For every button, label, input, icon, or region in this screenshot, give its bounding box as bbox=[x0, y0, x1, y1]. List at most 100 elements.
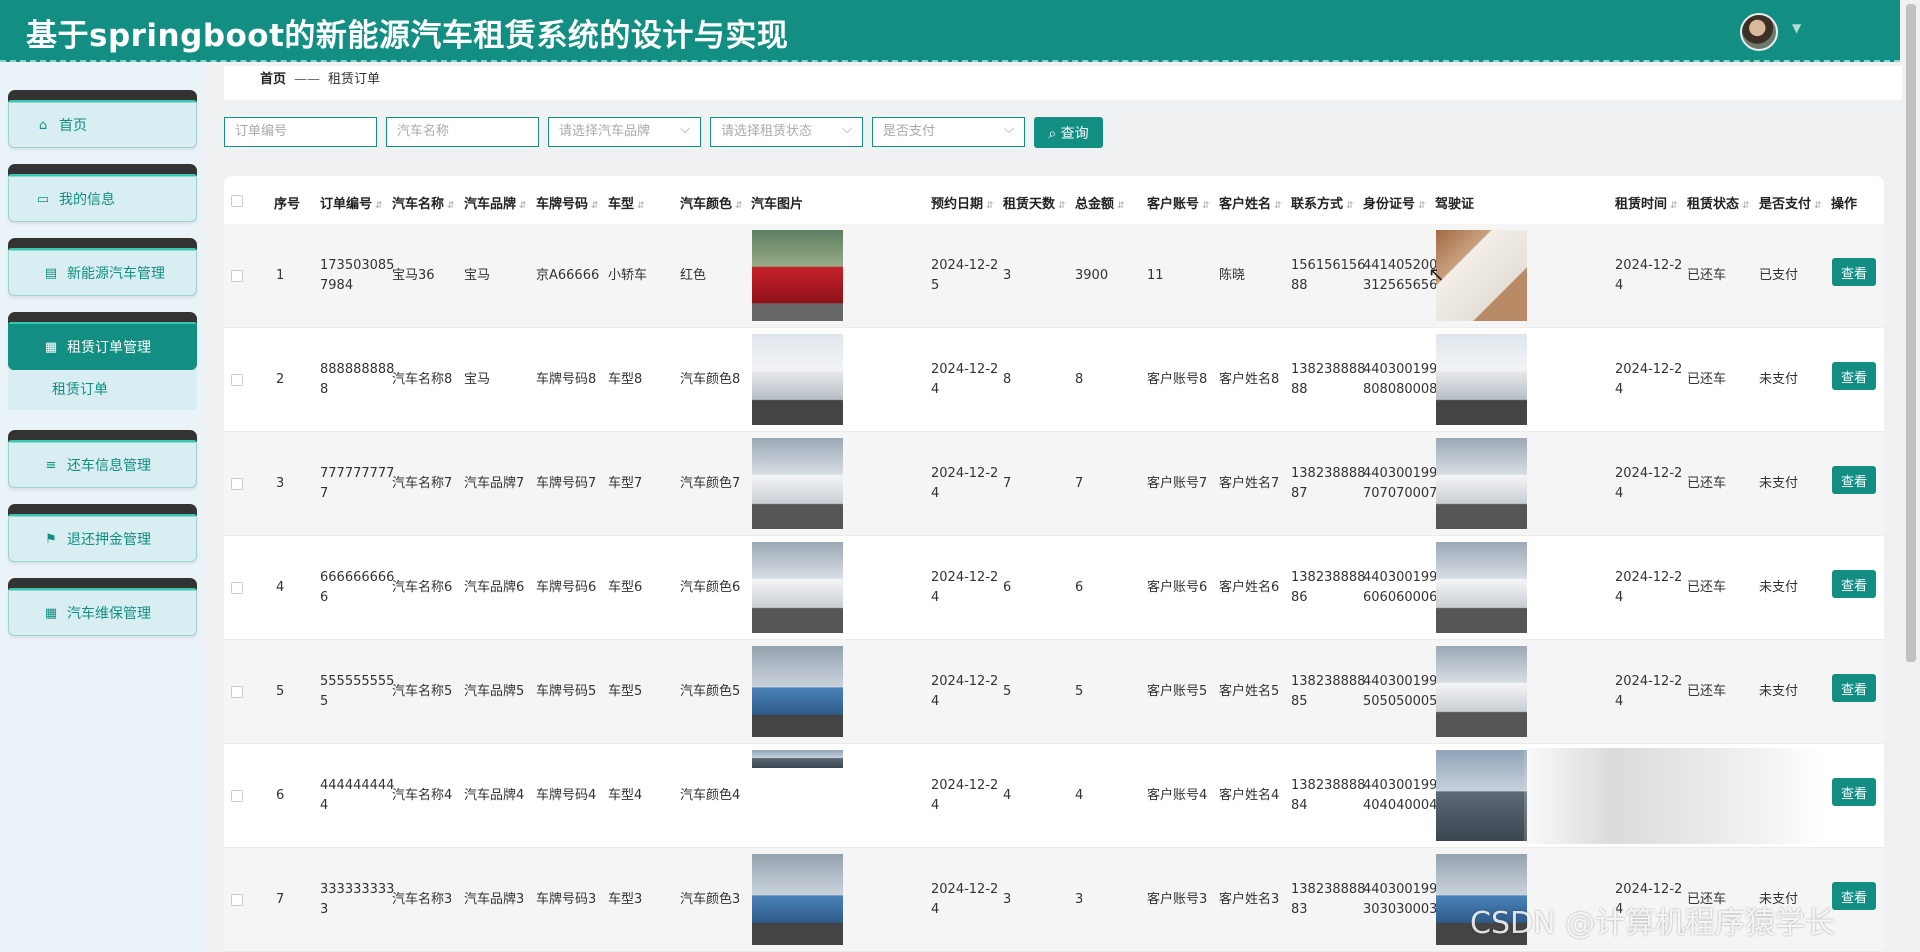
submenu-item-rental-orders[interactable]: 租赁订单 bbox=[8, 370, 197, 410]
license-image[interactable] bbox=[1436, 334, 1527, 425]
sidebar-item-maintenance[interactable]: ▦ 汽车维保管理 bbox=[8, 578, 197, 638]
view-button[interactable]: 查看 bbox=[1832, 570, 1876, 598]
row-checkbox[interactable] bbox=[231, 894, 243, 906]
car-image[interactable] bbox=[752, 750, 843, 768]
user-avatar[interactable] bbox=[1740, 13, 1778, 51]
sidebar-item-label: 退还押金管理 bbox=[67, 532, 151, 548]
view-button[interactable]: 查看 bbox=[1832, 466, 1876, 494]
status-select[interactable]: 请选择租赁状态 bbox=[710, 116, 863, 147]
car-image[interactable] bbox=[752, 646, 843, 737]
row-checkbox[interactable] bbox=[231, 686, 243, 698]
scrollbar-thumb[interactable] bbox=[1906, 4, 1916, 662]
column-header[interactable]: 汽车名称 ⇵ bbox=[392, 193, 455, 212]
column-header[interactable]: 客户姓名 ⇵ bbox=[1219, 193, 1282, 212]
car-image[interactable] bbox=[752, 334, 843, 425]
car-image[interactable] bbox=[752, 542, 843, 633]
column-header[interactable]: 订单编号 ⇵ bbox=[320, 193, 383, 212]
table-row[interactable]: 4 666666666 6 汽车名称6 汽车品牌6 车牌号码6 车型6 汽车颜色… bbox=[224, 536, 1884, 640]
cell-brand: 宝马 bbox=[464, 372, 491, 387]
view-button[interactable]: 查看 bbox=[1832, 674, 1876, 702]
sidebar-item-car-management-body[interactable]: ▤ 新能源汽车管理 bbox=[8, 250, 197, 296]
cell-status: 已还车 bbox=[1687, 580, 1727, 595]
cell-phone: 138238888 86 bbox=[1291, 570, 1366, 605]
grid-icon: ▦ bbox=[44, 605, 58, 621]
column-header[interactable]: 预约日期 ⇵ bbox=[931, 193, 994, 212]
row-checkbox[interactable] bbox=[231, 374, 243, 386]
sidebar-item-home-body[interactable]: ⌂ 首页 bbox=[8, 102, 197, 148]
sidebar-item-home[interactable]: ⌂ 首页 bbox=[8, 90, 197, 150]
order-no-input[interactable]: 订单编号 bbox=[224, 117, 377, 147]
row-checkbox[interactable] bbox=[231, 270, 243, 282]
license-image[interactable] bbox=[1436, 646, 1527, 737]
column-header[interactable]: 汽车品牌 ⇵ bbox=[464, 193, 527, 212]
car-image[interactable] bbox=[752, 438, 843, 529]
cell-brand: 汽车品牌7 bbox=[464, 476, 525, 491]
table-row[interactable]: 1 173503085 7984 宝马36 宝马 京A66666 小轿车 红色 … bbox=[224, 224, 1884, 328]
row-checkbox[interactable] bbox=[231, 790, 243, 802]
cell-customer: 客户姓名7 bbox=[1219, 476, 1280, 491]
cell-model: 车型3 bbox=[608, 892, 643, 907]
cell-date: 2024-12-2 4 bbox=[931, 466, 999, 501]
column-header[interactable]: 是否支付 ⇵ bbox=[1759, 193, 1822, 212]
sidebar-item-my-info[interactable]: ▭ 我的信息 bbox=[8, 164, 197, 224]
flag-icon: ⚑ bbox=[45, 531, 57, 547]
breadcrumb-home[interactable]: 首页 bbox=[260, 72, 286, 87]
view-button[interactable]: 查看 bbox=[1832, 882, 1876, 910]
car-image[interactable] bbox=[752, 854, 843, 945]
column-header[interactable]: 车牌号码 ⇵ bbox=[536, 193, 599, 212]
column-header[interactable]: 租赁时间 ⇵ bbox=[1615, 193, 1678, 212]
view-button[interactable]: 查看 bbox=[1832, 362, 1876, 390]
car-image[interactable] bbox=[752, 230, 843, 321]
paid-select[interactable]: 是否支付 bbox=[872, 116, 1025, 147]
column-header[interactable]: 汽车颜色 ⇵ bbox=[680, 193, 743, 212]
sidebar-item-car-management[interactable]: ▤ 新能源汽车管理 bbox=[8, 238, 197, 298]
brand-select[interactable]: 请选择汽车品牌 bbox=[548, 116, 701, 147]
sidebar-item-order-management-body[interactable]: ▦ 租赁订单管理 bbox=[8, 324, 197, 370]
cell-rent-time: 2024-12-2 4 bbox=[1615, 570, 1683, 605]
license-image[interactable] bbox=[1436, 438, 1527, 529]
cell-brand: 汽车品牌3 bbox=[464, 892, 525, 907]
cell-days: 3 bbox=[1003, 268, 1012, 283]
car-name-input[interactable]: 汽车名称 bbox=[386, 117, 539, 147]
breadcrumb: 首页 —— 租赁订单 bbox=[224, 66, 1902, 100]
top-header: 基于springboot的新能源汽车租赁系统的设计与实现 ▼ bbox=[0, 0, 1900, 62]
row-checkbox[interactable] bbox=[231, 478, 243, 490]
sidebar-item-deposit-refund-body[interactable]: ⚑ 退还押金管理 bbox=[8, 516, 197, 562]
license-image[interactable] bbox=[1436, 542, 1527, 633]
column-header[interactable]: 身份证号 ⇵ bbox=[1363, 193, 1426, 212]
column-header[interactable]: 总金额 ⇵ bbox=[1075, 193, 1125, 212]
table-row[interactable]: 2 888888888 8 汽车名称8 宝马 车牌号码8 车型8 汽车颜色8 2… bbox=[224, 328, 1884, 432]
grid-icon: ▦ bbox=[44, 339, 58, 355]
license-image[interactable] bbox=[1436, 750, 1527, 841]
sidebar-item-return-info-body[interactable]: ≡ 还车信息管理 bbox=[8, 442, 197, 488]
cell-car-name: 汽车名称6 bbox=[392, 580, 453, 595]
cell-customer: 客户姓名6 bbox=[1219, 580, 1280, 595]
table-row[interactable]: 5 555555555 5 汽车名称5 汽车品牌5 车牌号码5 车型5 汽车颜色… bbox=[224, 640, 1884, 744]
license-image[interactable] bbox=[1436, 230, 1527, 321]
sidebar-item-return-info[interactable]: ≡ 还车信息管理 bbox=[8, 430, 197, 490]
sidebar-item-order-management[interactable]: ▦ 租赁订单管理 bbox=[8, 312, 197, 372]
column-header[interactable]: 客户账号 ⇵ bbox=[1147, 193, 1210, 212]
caret-down-icon[interactable]: ▼ bbox=[1792, 21, 1801, 35]
sidebar-item-maintenance-body[interactable]: ▦ 汽车维保管理 bbox=[8, 590, 197, 636]
view-button[interactable]: 查看 bbox=[1832, 258, 1876, 286]
column-header[interactable]: 车型 ⇵ bbox=[608, 193, 645, 212]
sidebar-item-label: 汽车维保管理 bbox=[67, 606, 151, 622]
search-button[interactable]: ⌕ 查询 bbox=[1034, 117, 1103, 148]
cell-color: 汽车颜色5 bbox=[680, 684, 741, 699]
sidebar-item-my-info-body[interactable]: ▭ 我的信息 bbox=[8, 176, 197, 222]
cell-date: 2024-12-2 4 bbox=[931, 362, 999, 397]
column-header[interactable]: 租赁状态 ⇵ bbox=[1687, 193, 1750, 212]
view-button[interactable]: 查看 bbox=[1832, 778, 1876, 806]
breadcrumb-separator: —— bbox=[294, 72, 321, 87]
select-all-checkbox[interactable] bbox=[231, 195, 243, 207]
column-header[interactable]: 租赁天数 ⇵ bbox=[1003, 193, 1066, 212]
cell-rent-time: 2024-12-2 4 bbox=[1615, 466, 1683, 501]
mouse-cursor-icon: ↖ bbox=[1428, 262, 1445, 286]
sidebar-item-deposit-refund[interactable]: ⚑ 退还押金管理 bbox=[8, 504, 197, 564]
column-header[interactable]: 联系方式 ⇵ bbox=[1291, 193, 1354, 212]
vertical-scrollbar[interactable] bbox=[1902, 0, 1920, 952]
row-checkbox[interactable] bbox=[231, 582, 243, 594]
cell-days: 8 bbox=[1003, 372, 1012, 387]
table-row[interactable]: 3 777777777 7 汽车名称7 汽车品牌7 车牌号码7 车型7 汽车颜色… bbox=[224, 432, 1884, 536]
